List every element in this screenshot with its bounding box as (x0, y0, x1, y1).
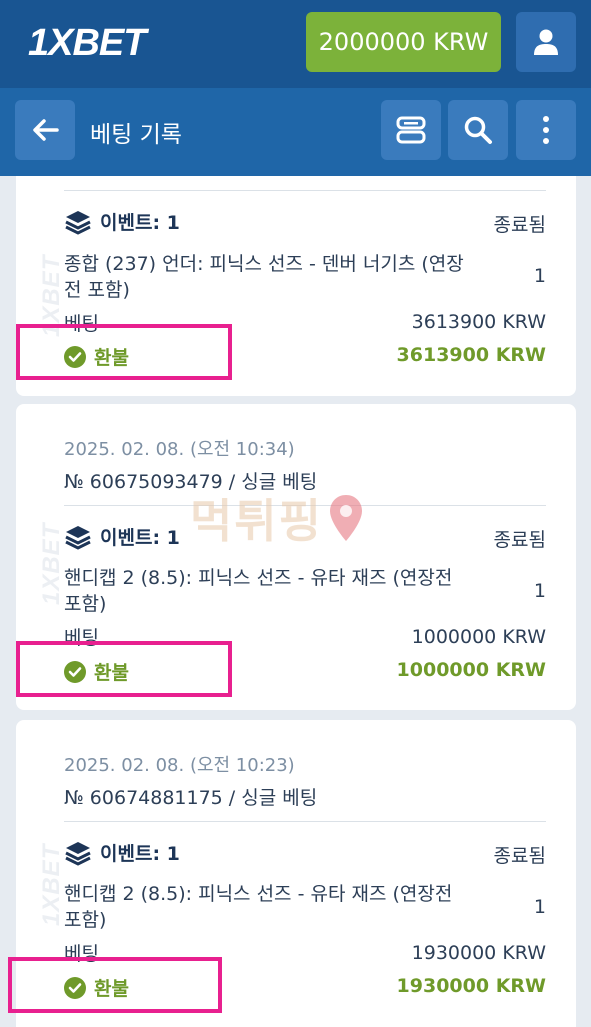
bet-number: № 60674881175 / 싱글 베팅 (64, 787, 318, 809)
events-count: 이벤트: 1 (100, 527, 180, 549)
odds-value: 1 (533, 896, 546, 918)
stake-value: 1930000 KRW (411, 942, 546, 964)
events-label: 이벤트: 1 (64, 523, 180, 550)
refund-highlight-box (8, 957, 222, 1013)
odds-value: 1 (533, 265, 546, 287)
bet-date: 2025. 02. 08. (오전 10:34) (64, 439, 295, 460)
payout-value: 3613900 KRW (396, 344, 546, 366)
more-button[interactable] (516, 100, 576, 160)
stake-value: 1000000 KRW (411, 626, 546, 648)
more-vertical-icon (543, 116, 549, 144)
brand-logo[interactable]: 1XBET (28, 22, 146, 65)
page-title: 베팅 기록 (90, 122, 182, 148)
status-text: 종료됨 (493, 214, 546, 236)
center-watermark: 먹튀핑 (190, 485, 365, 551)
bet-history-list[interactable]: 1XBET 이벤트: 1 종료됨 종합 (237) 언더: 피닉스 선즈 - 덴… (0, 176, 591, 1027)
market-text: 종합 (237) 언더: 피닉스 선즈 - 덴버 너기츠 (연장전 포함) (64, 253, 464, 301)
center-watermark-text: 먹튀핑 (190, 494, 323, 548)
status-text: 종료됨 (493, 529, 546, 551)
events-count: 이벤트: 1 (100, 212, 180, 234)
stake-value: 3613900 KRW (411, 311, 546, 333)
search-button[interactable] (448, 100, 508, 160)
market-text: 핸디캡 2 (8.5): 피닉스 선즈 - 유타 재즈 (연장전 포함) (64, 883, 453, 931)
refund-highlight-box (16, 641, 232, 697)
arrow-left-icon (33, 119, 59, 141)
divider (64, 190, 546, 191)
events-label: 이벤트: 1 (64, 839, 180, 866)
page-header: 베팅 기록 (0, 88, 591, 176)
events-label: 이벤트: 1 (64, 208, 180, 235)
user-button[interactable] (516, 12, 576, 72)
user-icon (534, 29, 558, 55)
bet-date: 2025. 02. 08. (오전 10:23) (64, 755, 295, 776)
odds-value: 1 (533, 580, 546, 602)
balance-button[interactable]: 2000000 KRW (306, 12, 501, 72)
top-bar: 1XBET 2000000 KRW (0, 0, 591, 88)
back-button[interactable] (15, 100, 75, 160)
payout-value: 1000000 KRW (396, 659, 546, 681)
stack-icon (65, 210, 91, 235)
events-count: 이벤트: 1 (100, 843, 180, 865)
market-text: 핸디캡 2 (8.5): 피닉스 선즈 - 유타 재즈 (연장전 포함) (64, 567, 453, 615)
map-pin-icon (329, 495, 362, 541)
layout-toggle-button[interactable] (381, 100, 441, 160)
divider (64, 821, 546, 822)
search-icon (464, 116, 492, 144)
stack-icon (65, 841, 91, 866)
payout-value: 1930000 KRW (396, 975, 546, 997)
status-text: 종료됨 (493, 845, 546, 867)
layout-toggle-icon (396, 116, 426, 144)
stack-icon (65, 525, 91, 550)
refund-highlight-box (16, 324, 232, 380)
